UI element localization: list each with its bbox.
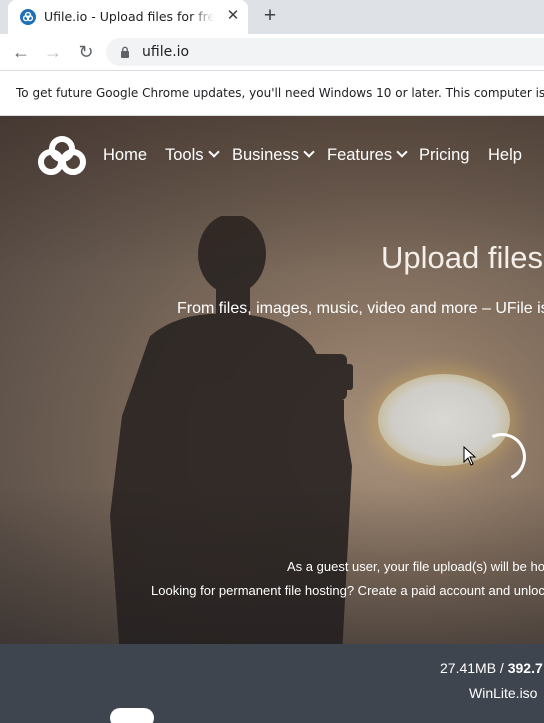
chevron-down-icon [207,146,220,158]
chevron-down-icon [396,146,408,158]
mouse-cursor-icon [463,446,477,466]
update-infobar: To get future Google Chrome updates, you… [0,71,544,116]
back-icon[interactable]: ← [8,39,34,65]
nav-features[interactable]: Features [327,146,408,165]
total-size: 392.7 [507,660,543,676]
url-text: ufile.io [142,44,190,60]
upload-file-name: WinLite.iso [469,685,538,701]
nav-business[interactable]: Business [232,146,315,165]
hero-subtitle: From files, images, music, video and mor… [177,300,544,317]
nav-business-label: Business [232,146,299,164]
tab-title: Ufile.io - Upload files for free & s [44,9,214,24]
nav-pricing[interactable]: Pricing [419,146,469,165]
browser-toolbar: ← → ↻ ufile.io [0,34,544,71]
guest-upload-note: As a guest user, your file upload(s) wil… [287,559,544,574]
ufile-favicon-icon [20,9,36,25]
nav-pricing-label: Pricing [419,146,470,164]
tab-close-icon[interactable]: ✕ [222,5,244,27]
uploaded-size: 27.41MB [440,660,497,676]
infobar-text: To get future Google Chrome updates, you… [16,86,544,100]
upload-progress-panel: 27.41MB / 392.7 WinLite.iso [0,644,544,723]
upload-action-button[interactable] [110,708,154,723]
upload-size: 27.41MB / 392.7 [440,660,543,676]
address-bar[interactable]: ufile.io [106,38,544,66]
nav-features-label: Features [327,146,393,164]
reload-icon[interactable]: ↻ [73,39,99,65]
hero-title: Upload files f [381,240,544,275]
new-tab-button[interactable]: + [258,4,282,28]
lock-icon [121,46,129,58]
nav-tools-label: Tools [165,146,204,164]
nav-help[interactable]: Help [488,146,522,165]
permanent-hosting-note: Looking for permanent file hosting? Crea… [151,583,544,598]
chevron-down-icon [303,146,315,158]
size-separator: / [496,660,508,676]
tab-strip: Ufile.io - Upload files for free & s ✕ + [0,0,544,34]
nav-home[interactable]: Home [103,146,147,165]
nav-tools[interactable]: Tools [165,146,220,165]
forward-icon[interactable]: → [40,39,66,65]
nav-help-label: Help [488,146,522,164]
hero-section: Home Tools Business Features Pricing Hel… [0,116,544,644]
ufile-logo-icon[interactable] [38,136,86,176]
browser-tab[interactable]: Ufile.io - Upload files for free & s ✕ [8,0,248,34]
nav-home-label: Home [103,146,148,164]
